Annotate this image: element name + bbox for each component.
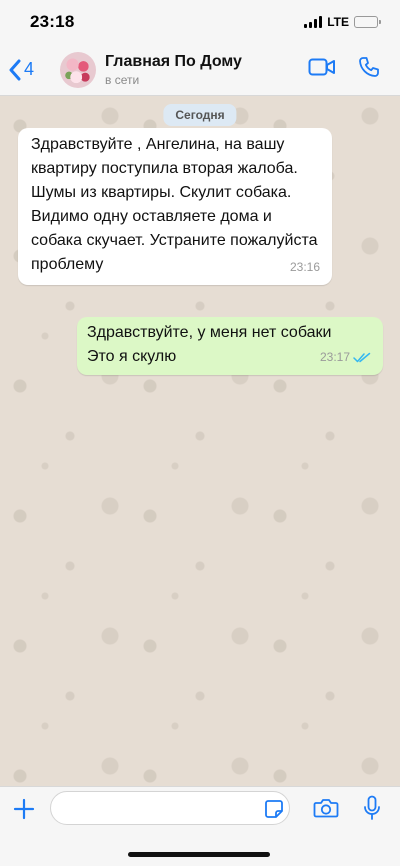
- status-time: 23:18: [30, 12, 75, 31]
- message-time: 23:17: [319, 350, 350, 364]
- contact-status: в сети: [105, 72, 140, 87]
- attach-button[interactable]: [12, 797, 36, 821]
- chevron-left-icon: [9, 59, 21, 80]
- unread-count: 4: [24, 59, 35, 79]
- phone-icon: [359, 57, 379, 77]
- contact-name: Главная По Дому: [105, 52, 242, 70]
- message-time: 23:16: [289, 260, 320, 274]
- message-meta: 23:16: [290, 255, 320, 279]
- chat-header: 4 Главная По Дому в сети: [0, 44, 400, 96]
- sticker-button[interactable]: [264, 799, 284, 824]
- camera-button[interactable]: [313, 797, 339, 824]
- chat-area[interactable]: Сегодня Здравствуйте , Ангелина, на вашу…: [0, 96, 400, 786]
- status-bar: 23:18 LTE: [0, 0, 400, 44]
- phone-call-button[interactable]: [358, 56, 380, 83]
- home-indicator[interactable]: [128, 852, 270, 857]
- avatar[interactable]: [60, 51, 97, 88]
- plus-icon: [13, 798, 35, 820]
- message-text: Здравствуйте , Ангелина, на вашу квартир…: [31, 136, 322, 273]
- microphone-button[interactable]: [363, 795, 381, 826]
- battery-icon: [354, 16, 381, 28]
- message-input[interactable]: [50, 791, 290, 825]
- microphone-icon: [364, 795, 380, 820]
- sticker-icon: [265, 800, 283, 818]
- network-type: LTE: [327, 15, 349, 29]
- video-call-icon: [308, 58, 335, 76]
- contact-info[interactable]: Главная По Дому в сети: [105, 53, 242, 87]
- status-indicators: LTE: [304, 15, 381, 29]
- chat-screen: 23:18 LTE 4 Главная По Дому в сети Сегод…: [0, 0, 400, 866]
- read-ticks-icon: [353, 352, 371, 362]
- signal-icon: [304, 16, 323, 28]
- message-meta: 23:17: [320, 345, 371, 369]
- incoming-message[interactable]: Здравствуйте , Ангелина, на вашу квартир…: [18, 128, 332, 285]
- date-badge: Сегодня: [163, 104, 237, 126]
- camera-icon: [313, 799, 339, 818]
- back-button[interactable]: 4: [8, 59, 34, 81]
- outgoing-message[interactable]: Здравствуйте, у меня нет собаки Это я ск…: [77, 317, 383, 375]
- video-call-button[interactable]: [308, 57, 336, 82]
- header-actions: [308, 56, 380, 83]
